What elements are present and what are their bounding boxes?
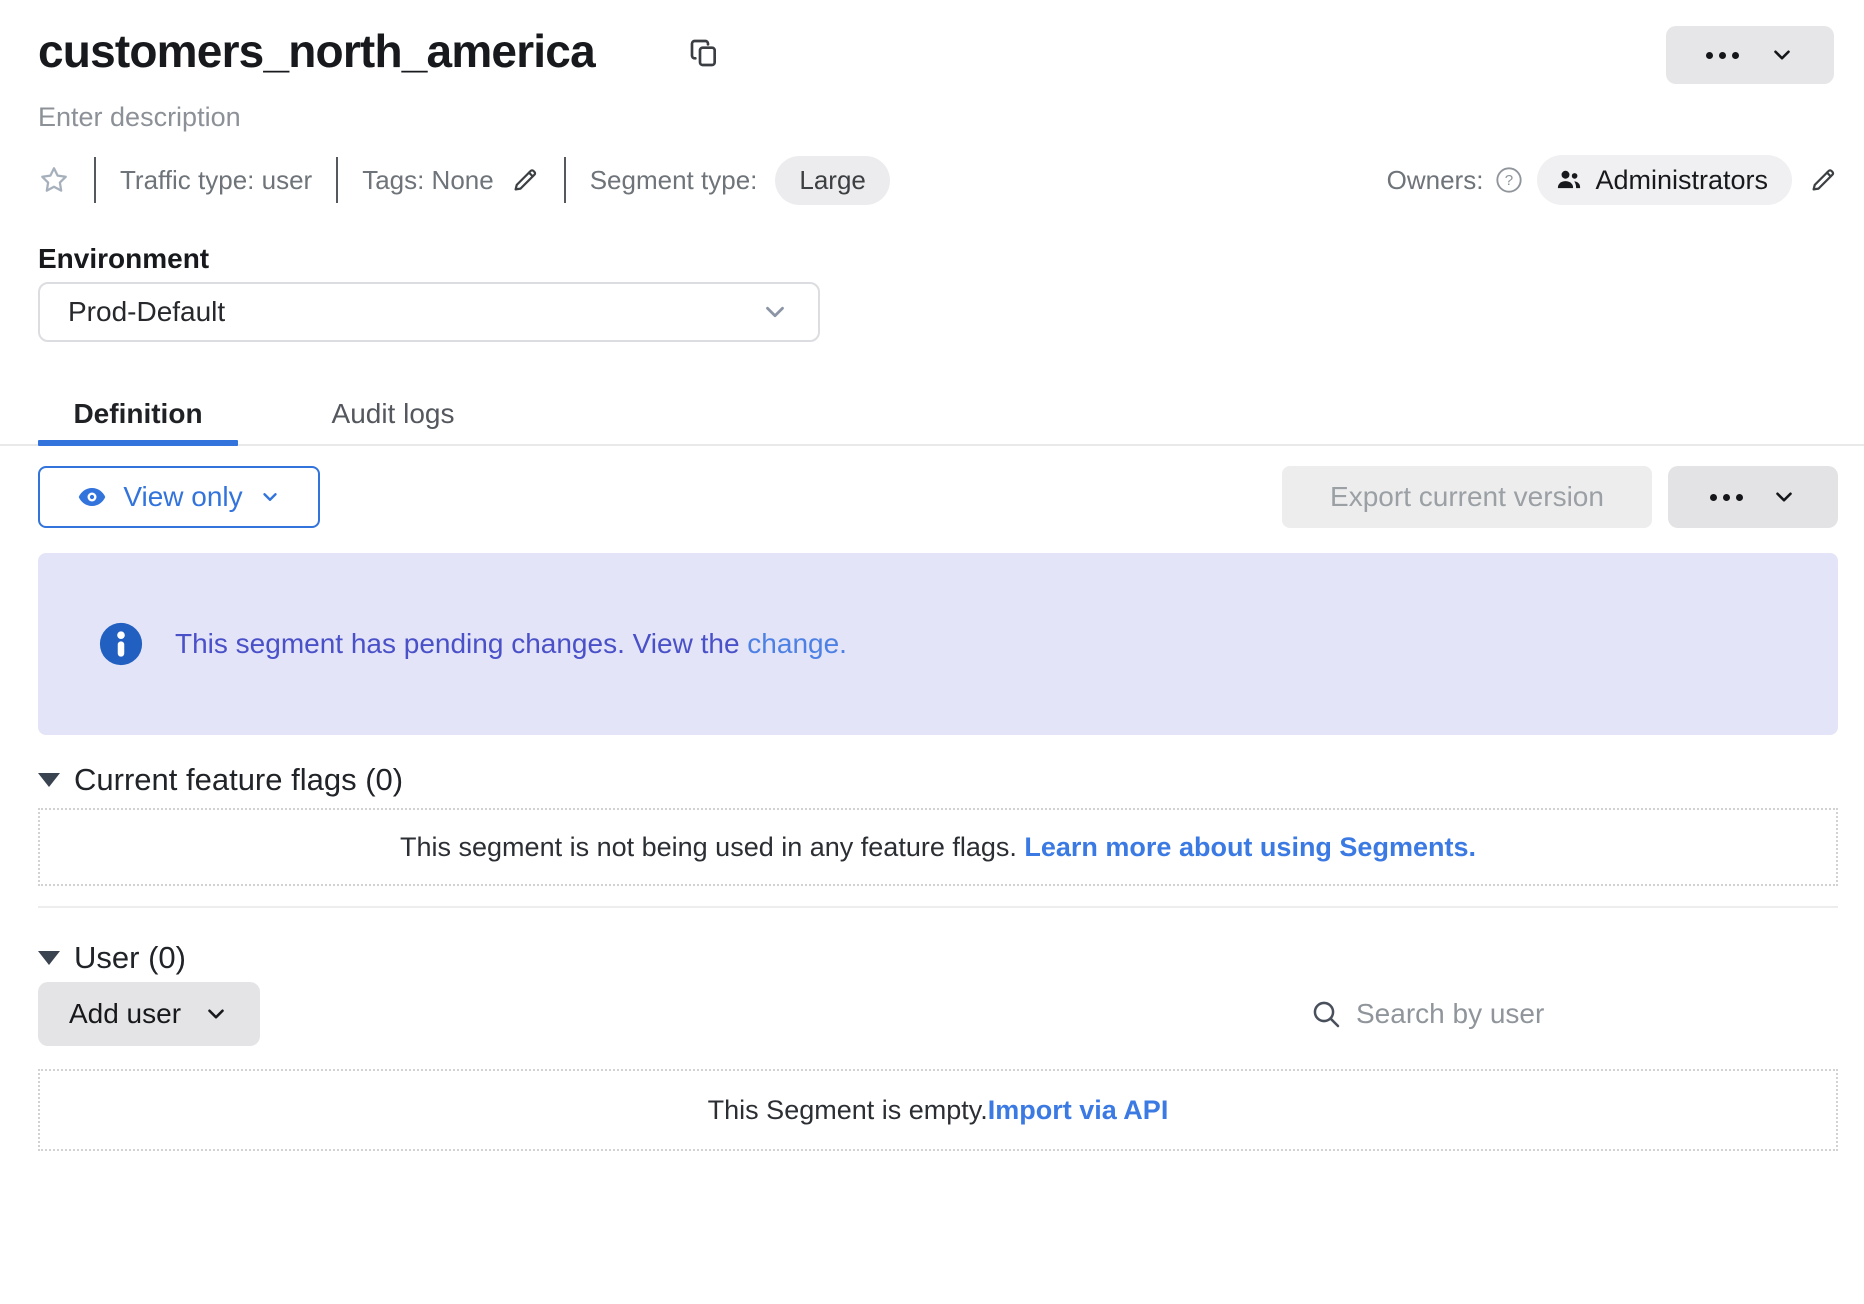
meta-divider	[564, 157, 566, 203]
tab-bar-divider	[0, 444, 1864, 446]
tags-label: Tags: None	[362, 165, 494, 196]
segment-detail-page: customers_north_america Enter descriptio…	[0, 0, 1864, 1304]
segment-type-badge: Large	[775, 156, 890, 205]
collapse-triangle-icon[interactable]	[38, 951, 60, 965]
add-user-label: Add user	[69, 998, 181, 1030]
chevron-down-icon	[259, 486, 281, 508]
chevron-down-icon	[203, 1001, 229, 1027]
owners-value: Administrators	[1595, 165, 1768, 196]
collapse-triangle-icon[interactable]	[38, 773, 60, 787]
tab-audit-logs[interactable]: Audit logs	[273, 388, 513, 440]
environment-label: Environment	[38, 243, 209, 275]
copy-name-icon[interactable]	[688, 36, 720, 70]
info-icon	[98, 621, 144, 667]
feature-flags-section-title: Current feature flags (0)	[74, 762, 403, 798]
user-section-header: User (0)	[38, 940, 186, 976]
user-search	[1310, 998, 1656, 1030]
tab-definition[interactable]: Definition	[38, 388, 238, 440]
search-by-user-input[interactable]	[1356, 998, 1656, 1030]
traffic-type-label: Traffic type: user	[120, 165, 312, 196]
search-icon	[1310, 998, 1342, 1030]
eye-icon	[77, 482, 107, 512]
environment-select[interactable]: Prod-Default	[38, 282, 820, 342]
view-only-label: View only	[123, 481, 242, 513]
chevron-down-icon	[1771, 484, 1797, 510]
header-more-actions-button[interactable]	[1666, 26, 1834, 84]
users-empty-state: This Segment is empty.Import via API	[38, 1069, 1838, 1151]
definition-more-actions-button[interactable]	[1668, 466, 1838, 528]
feature-flags-empty-text: This segment is not being used in any fe…	[400, 832, 1024, 863]
help-question-icon[interactable]: ?	[1495, 166, 1523, 194]
chevron-down-icon	[760, 297, 790, 327]
segment-meta-row: Traffic type: user Tags: None Segment ty…	[38, 150, 1838, 210]
owners-badge: Administrators	[1537, 155, 1792, 205]
view-only-button[interactable]: View only	[38, 466, 320, 528]
active-tab-indicator	[38, 440, 238, 446]
owners-label: Owners:	[1387, 165, 1484, 196]
feature-flags-empty-state: This segment is not being used in any fe…	[38, 808, 1838, 886]
edit-tags-icon[interactable]	[510, 165, 540, 195]
view-change-link[interactable]: change.	[747, 628, 847, 660]
favorite-star-icon[interactable]	[38, 164, 70, 196]
feature-flags-section-header: Current feature flags (0)	[38, 762, 403, 798]
section-divider	[38, 906, 1838, 908]
banner-message: This segment has pending changes. View t…	[175, 628, 747, 660]
svg-text:?: ?	[1505, 172, 1513, 189]
meta-divider	[336, 157, 338, 203]
tab-bar: Definition Audit logs	[38, 388, 513, 440]
user-section-title: User (0)	[74, 940, 186, 976]
page-title: customers_north_america	[38, 24, 595, 78]
import-via-api-link[interactable]: Import via API	[988, 1095, 1169, 1126]
chevron-down-icon	[1769, 42, 1795, 68]
ellipsis-icon	[1710, 494, 1743, 501]
people-icon	[1555, 166, 1583, 194]
pending-changes-banner: This segment has pending changes. View t…	[38, 553, 1838, 735]
edit-owners-icon[interactable]	[1808, 165, 1838, 195]
description-field[interactable]: Enter description	[38, 102, 241, 133]
export-current-version-button[interactable]: Export current version	[1282, 466, 1652, 528]
segment-type-label: Segment type:	[590, 165, 758, 196]
owners-group: Owners: ? Administrators	[1387, 150, 1838, 210]
ellipsis-icon	[1706, 52, 1739, 59]
add-user-button[interactable]: Add user	[38, 982, 260, 1046]
learn-more-segments-link[interactable]: Learn more about using Segments.	[1024, 832, 1476, 863]
environment-selected-value: Prod-Default	[68, 296, 760, 328]
users-empty-text: This Segment is empty.	[708, 1095, 988, 1126]
meta-divider	[94, 157, 96, 203]
